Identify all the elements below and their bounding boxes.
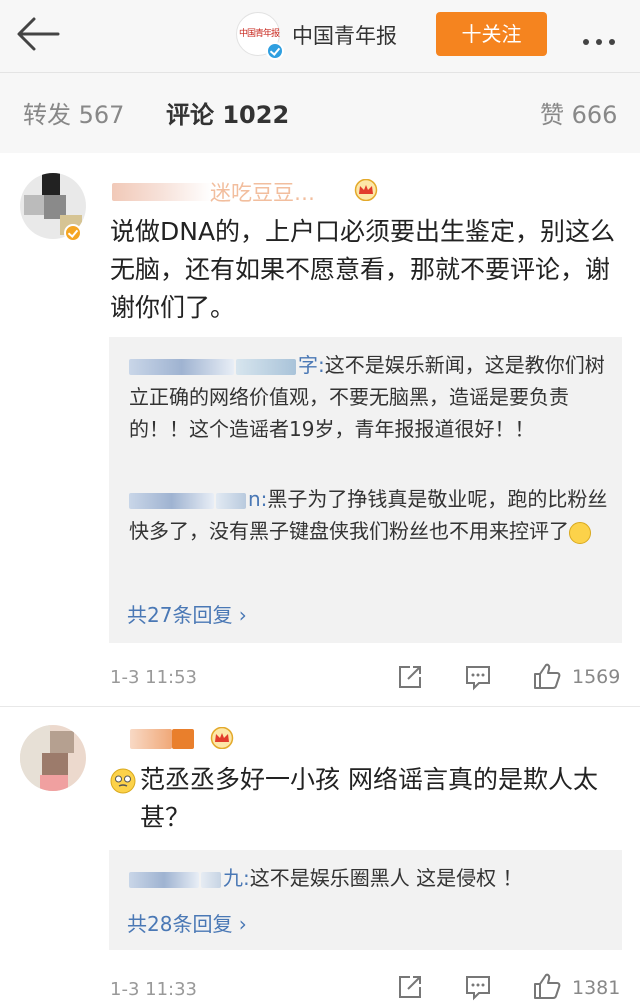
- smile-emoji-icon: [569, 521, 591, 544]
- username-blur: [172, 729, 194, 749]
- thumbs-up-icon[interactable]: [532, 971, 562, 1001]
- reply-username[interactable]: [129, 871, 199, 888]
- crown-badge-icon: [210, 727, 234, 749]
- thumbs-up-icon[interactable]: [532, 661, 562, 691]
- crown-badge-icon: [354, 179, 378, 201]
- top-bar: 中国青年报 中国青年报 十关注: [0, 0, 640, 72]
- reply-username-tail[interactable]: n:: [248, 487, 267, 511]
- tab-bar: 转发 567 评论 1022 赞 666: [0, 72, 640, 154]
- reply-box[interactable]: 九:这不是娱乐圈黑人 这是侵权 ！ 共28条回复 ›: [109, 850, 622, 950]
- verified-badge-icon: [266, 42, 284, 60]
- logo-text: 中国青年报: [239, 29, 280, 39]
- follow-button[interactable]: 十关注: [436, 12, 547, 56]
- like-count: 1569: [572, 666, 621, 688]
- more-dots-icon[interactable]: [583, 30, 627, 45]
- reply-username[interactable]: [129, 358, 234, 375]
- share-icon[interactable]: [396, 973, 424, 1001]
- comment-icon[interactable]: [464, 973, 492, 1001]
- comment-text: 范丞丞多好一小孩 网络谣言真的是欺人太甚？: [140, 765, 598, 832]
- reply-username-tail[interactable]: 九:: [223, 866, 250, 890]
- tab-likes[interactable]: 赞 666: [540, 95, 617, 130]
- arrow-left-icon[interactable]: [14, 14, 64, 54]
- reply-text: 这不是娱乐圈黑人 这是侵权 ！: [249, 866, 523, 890]
- reply-item: 字:这不是娱乐新闻，这是教你们树立正确的网络价值观，不要无脑黑，造谣是要负责的！…: [129, 349, 609, 445]
- account-name[interactable]: 中国青年报: [292, 20, 397, 50]
- comment-time: 1-3 11:53: [110, 667, 197, 688]
- username[interactable]: [112, 183, 212, 201]
- reply-username[interactable]: [129, 492, 214, 509]
- comment-text: 说做DNA的，上户口必须要出生鉴定，别这么无脑，还有如果不愿意看，那就不要评论，…: [110, 217, 616, 322]
- tab-comments[interactable]: 评论 1022: [166, 95, 289, 130]
- comment-time: 1-3 11:33: [110, 979, 197, 1000]
- divider: [0, 706, 640, 707]
- like-count: 1381: [572, 977, 621, 999]
- sweat-emoji-icon: [110, 768, 136, 794]
- reply-item: 九:这不是娱乐圈黑人 这是侵权 ！: [129, 862, 609, 894]
- reply-username-tail[interactable]: 字:: [298, 353, 325, 377]
- comment-icon[interactable]: [464, 663, 492, 691]
- more-replies-link[interactable]: 共27条回复 ›: [127, 599, 247, 628]
- username-tail[interactable]: 迷吃豆豆…: [210, 177, 315, 207]
- username[interactable]: [130, 729, 172, 749]
- more-replies-link[interactable]: 共28条回复 ›: [127, 908, 247, 937]
- avatar[interactable]: [20, 725, 86, 791]
- tab-reposts[interactable]: 转发 567: [23, 95, 124, 130]
- reply-box[interactable]: 字:这不是娱乐新闻，这是教你们树立正确的网络价值观，不要无脑黑，造谣是要负责的！…: [109, 337, 622, 643]
- reply-item: n:黑子为了挣钱真是敬业呢，跑的比粉丝快多了，没有黑子键盘侠我们粉丝也不用来控评…: [129, 483, 609, 547]
- comment-list: 迷吃豆豆… 说做DNA的，上户口必须要出生鉴定，别这么无脑，还有如果不愿意看，那…: [0, 153, 640, 1005]
- share-icon[interactable]: [396, 663, 424, 691]
- verified-badge-icon: [64, 224, 82, 242]
